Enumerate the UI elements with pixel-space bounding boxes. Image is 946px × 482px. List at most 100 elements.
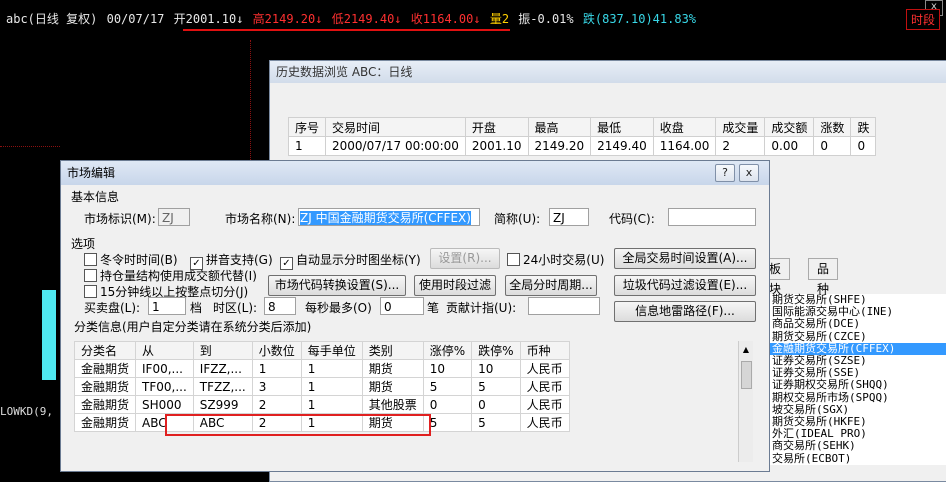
chart-gridline (0, 146, 60, 147)
dialog-close-button[interactable]: x (739, 164, 759, 182)
global-period-button[interactable]: 全局分时周期... (505, 275, 597, 296)
quote-ticker-bar: abc(日线 复权) 00/07/17 开2001.10↓ 高2149.20↓ … (0, 0, 946, 40)
column-header[interactable]: 成交额 (764, 117, 815, 137)
winter-time-checkbox[interactable]: 冬令时时间(B) (84, 251, 178, 268)
table-row[interactable]: 1 2000/07/17 00:00:00 2001.10 2149.20 2149.4… (287, 136, 877, 156)
checkbox-checked-icon: ✓ (280, 257, 293, 270)
table-row[interactable]: 金融期货 TF00,... TFZZ,... 3 1 期货 5 5 人民币 (73, 377, 570, 396)
exchange-list-item[interactable]: 期权交易所市场(SPQQ) (770, 391, 946, 404)
global-trading-time-button[interactable]: 全局交易时间设置(A)... (614, 248, 756, 269)
price-underline-annotation (183, 29, 510, 31)
scrollbar-thumb[interactable] (741, 361, 752, 389)
winter-time-label: 冬令时时间(B) (100, 253, 178, 267)
market-id-label: 市场标识(M): (84, 212, 156, 226)
table-cell: 1164.00 (652, 136, 717, 156)
exchange-list-item[interactable]: 商交易所(SEHK) (770, 440, 946, 452)
column-header[interactable]: 币种 (519, 341, 570, 360)
market-name-label: 市场名称(N): (225, 212, 296, 226)
table-row[interactable]: 金融期货 IF00,... IFZZ,... 1 1 期货 10 10 人民币 (73, 359, 570, 378)
table-cell: 期货 (361, 377, 424, 396)
column-header[interactable]: 交易时间 (325, 117, 466, 137)
table-cell: 人民币 (519, 377, 570, 396)
table-cell: 1 (300, 359, 363, 378)
24h-trading-checkbox[interactable]: 24小时交易(U) (507, 251, 604, 268)
table-cell: 其他股票 (361, 395, 424, 414)
options-group-label: 选项 (71, 237, 96, 251)
market-code-convert-button[interactable]: 市场代码转换设置(S)... (268, 275, 406, 296)
ticker-open: 开2001.10↓ (173, 12, 244, 26)
timezone-field[interactable]: 8 (264, 297, 296, 315)
exchange-list-item[interactable]: 期货交易所(CZCE) (770, 330, 946, 343)
column-header[interactable]: 序号 (287, 117, 327, 137)
table-cell: 金融期货 (73, 377, 137, 396)
per-second-max-field[interactable]: 0 (380, 297, 424, 315)
market-dialog-title: 市场编辑 (61, 161, 769, 185)
table-cell: 0 (850, 136, 877, 156)
column-header[interactable]: 涨停% (422, 341, 473, 360)
code-label: 代码(C): (609, 212, 655, 226)
table-cell: 期货 (361, 359, 424, 378)
table-cell: 0 (422, 395, 473, 414)
column-header[interactable]: 最高 (527, 117, 592, 137)
bid-ask-field[interactable]: 1 (148, 297, 186, 315)
column-header[interactable]: 类别 (361, 341, 424, 360)
column-header[interactable]: 每手单位 (300, 341, 363, 360)
settings-button[interactable]: 设置(R)... (430, 248, 500, 269)
auto-axis-checkbox[interactable]: ✓ 自动显示分时图坐标(Y) (280, 251, 421, 270)
column-header[interactable]: 开盘 (464, 117, 529, 137)
table-cell: 5 (471, 413, 521, 432)
contribution-field[interactable] (528, 297, 600, 315)
short-name-field[interactable]: ZJ (549, 208, 589, 226)
table-cell: 1 (287, 136, 327, 156)
column-header[interactable]: 跌 (850, 117, 877, 137)
exchange-list-item[interactable]: 商品交易所(DCE) (770, 318, 946, 330)
exchange-list-item[interactable]: 证券期权交易所(SHQQ) (770, 379, 946, 391)
checkbox-icon (84, 253, 97, 266)
column-header[interactable]: 涨数 (813, 117, 852, 137)
tab-variety[interactable]: 品种 (808, 258, 839, 296)
column-header[interactable]: 跌停% (471, 341, 521, 360)
exchange-list-item[interactable]: 交易所(ECBOT) (770, 452, 946, 465)
indicator-label: LOWKD(9, (0, 405, 53, 418)
table-cell: 5 (471, 377, 521, 396)
info-mine-path-button[interactable]: 信息地雷路径(F)... (614, 301, 756, 322)
table-cell: 1 (300, 395, 363, 414)
ticker-amplitude: 振-0.01% (518, 12, 574, 26)
table-cell: 3 (251, 377, 302, 396)
help-button[interactable]: ? (715, 164, 735, 182)
table-scrollbar[interactable]: ▲ (738, 341, 753, 462)
position-structure-checkbox[interactable]: 持仓量结构使用成交额代替(I) (84, 267, 257, 284)
24h-trading-label: 24小时交易(U) (523, 253, 605, 267)
table-cell: TFZZ,... (192, 377, 253, 396)
table-cell: SZ999 (192, 395, 253, 414)
column-header[interactable]: 小数位 (251, 341, 302, 360)
table-row[interactable]: 金融期货 SH000 SZ999 2 1 其他股票 0 0 人民币 (73, 395, 570, 414)
column-header[interactable]: 分类名 (73, 341, 137, 360)
column-header[interactable]: 从 (135, 341, 194, 360)
market-name-selected-text: ZJ 中国金融期货交易所(CFFEX) (300, 211, 471, 225)
tick-unit-label: 档 (190, 301, 203, 315)
position-structure-label: 持仓量结构使用成交额代替(I) (100, 269, 257, 283)
volume-bar (42, 290, 56, 380)
table-cell: 2000/07/17 00:00:00 (325, 136, 466, 156)
column-header[interactable]: 成交量 (715, 117, 766, 137)
junk-code-filter-button[interactable]: 垃圾代码过滤设置(E)... (614, 275, 756, 296)
market-id-field[interactable]: ZJ (158, 208, 190, 226)
column-header[interactable]: 最低 (590, 117, 654, 137)
table-cell: IF00,... (135, 359, 194, 378)
ticker-low: 低2149.40↓ (331, 12, 402, 26)
table-cell: 1 (251, 359, 302, 378)
table-cell: 0 (471, 395, 521, 414)
table-cell: 金融期货 (73, 359, 137, 378)
timeshare-button[interactable]: 时段 (905, 9, 940, 30)
code-field[interactable] (668, 208, 756, 226)
column-header[interactable]: 到 (192, 341, 253, 360)
table-cell: 2 (251, 395, 302, 414)
column-header[interactable]: 收盘 (652, 117, 717, 137)
table-cell: 2149.20 (527, 136, 592, 156)
scroll-up-icon[interactable]: ▲ (741, 345, 751, 355)
market-name-field[interactable]: ZJ 中国金融期货交易所(CFFEX) (298, 208, 480, 226)
basic-info-group-label: 基本信息 (71, 190, 120, 204)
use-period-filter-button[interactable]: 使用时段过滤 (414, 275, 496, 296)
ticker-symbol: abc(日线 复权) (6, 12, 98, 26)
